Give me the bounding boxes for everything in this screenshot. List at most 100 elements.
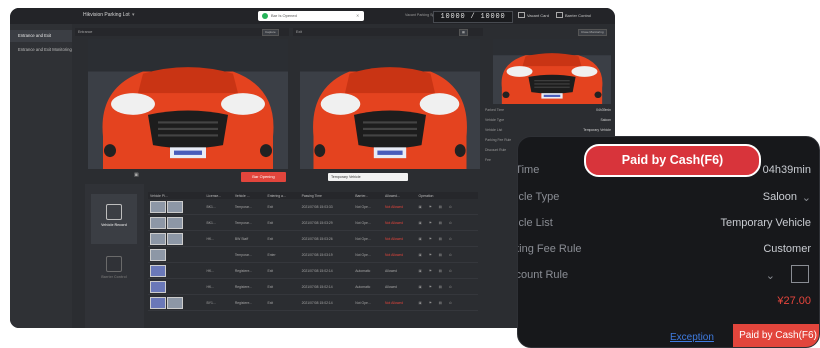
column-header[interactable]: Entering a...: [265, 192, 300, 199]
image-icon[interactable]: ▣: [134, 172, 139, 178]
chevron-down-icon[interactable]: ⌄: [802, 191, 811, 204]
discount-rule-row[interactable]: scount Rule ⌄: [518, 265, 819, 293]
capture-button[interactable]: Capture: [262, 29, 279, 36]
vehicle-thumbnail[interactable]: [166, 200, 183, 213]
table-cell: 2021/07/08 15:02:14: [299, 262, 354, 279]
close-monitoring-label: Close Monitoring: [581, 30, 604, 34]
vehicle-picture-cell: [148, 262, 205, 279]
chevron-down-icon[interactable]: ⌄: [766, 269, 775, 282]
vehicle-picture-cell: [148, 294, 205, 311]
table-row[interactable]: BY1... Registere... Exit 2021/07/08 15:02:1…: [148, 294, 478, 311]
column-header[interactable]: Vehicle Pi...: [148, 192, 205, 199]
table-cell: Not Allowed: [383, 294, 417, 311]
vacant-space-counter: 10000 / 10000: [433, 11, 513, 23]
plate-number-input[interactable]: Temporary Vehicle: [328, 173, 408, 181]
table-cell: BY1...: [204, 294, 233, 311]
info-row: Vehicle Type Saloon: [485, 118, 611, 122]
exit-panel-header: Exit: [293, 28, 483, 36]
table-cell: Not Allowed: [383, 214, 417, 231]
operation-icons[interactable]: ▣ ⚑ ▤ ⊙: [416, 246, 478, 263]
exit-camera-image: [300, 39, 480, 169]
entrance-panel-header: Entrance: [75, 28, 289, 36]
vehicle-thumbnail[interactable]: [150, 248, 166, 261]
chevron-down-icon[interactable]: ▾: [132, 12, 135, 18]
exception-link[interactable]: Exception: [670, 332, 714, 343]
document-icon: [106, 204, 122, 220]
column-header[interactable]: License...: [204, 192, 233, 199]
table-row[interactable]: BK1... Temporar... Exit 2021/07/08 15:03:29…: [148, 214, 478, 231]
barrier-icon: [106, 256, 122, 272]
table-cell: [204, 246, 233, 263]
info-value: Temporary Vehicle: [583, 128, 611, 132]
table-cell: Allowed: [383, 262, 417, 279]
operation-icons[interactable]: ▣ ⚑ ▤ ⊙: [416, 262, 478, 279]
grid-view-button[interactable]: ▦: [459, 29, 468, 36]
vehicle-picture-cell: [148, 278, 205, 295]
fee-amount: ¥27.00: [777, 295, 811, 307]
table-cell: Allowed: [383, 278, 417, 295]
table-row[interactable]: BK1... Temporar... Exit 2021/07/08 15:03:33…: [148, 199, 478, 215]
close-monitoring-button[interactable]: Close Monitoring: [578, 29, 607, 36]
bar-opening-button[interactable]: Bar Opening: [241, 172, 286, 182]
vehicle-thumbnail[interactable]: [166, 216, 183, 229]
vehicle-thumbnail[interactable]: [166, 232, 183, 245]
vacant-card-label: Vacant Card: [527, 13, 549, 18]
close-icon[interactable]: ✕: [356, 13, 359, 18]
vehicle-thumbnail[interactable]: [150, 264, 166, 277]
paid-by-cash-button[interactable]: Paid by Cash(F6): [733, 324, 819, 347]
column-header[interactable]: Allowed...: [383, 192, 417, 199]
table-cell: Registere...: [232, 278, 266, 295]
sidebar-item-monitoring[interactable]: Entrance and Exit Monitoring: [10, 44, 72, 56]
barrier-control-button[interactable]: Barrier Control: [556, 12, 591, 18]
scan-icon[interactable]: [791, 265, 809, 283]
vacant-card-button[interactable]: Vacant Card: [518, 12, 549, 18]
vehicle-thumbnail[interactable]: [166, 296, 183, 309]
table-cell: Not Allowed: [383, 246, 417, 263]
exit-label: Exit: [296, 30, 302, 34]
zoom-label: scount Rule: [518, 269, 569, 281]
table-cell: Not Ope...: [353, 246, 384, 263]
table-cell: Exit: [265, 230, 300, 247]
table-cell: HK...: [204, 262, 233, 279]
column-header[interactable]: Barrier...: [353, 192, 384, 199]
table-row[interactable]: HK... Registere... Exit 2021/07/08 15:02:14…: [148, 262, 478, 279]
operation-icons[interactable]: ▣ ⚑ ▤ ⊙: [416, 230, 478, 247]
operation-icons[interactable]: ▣ ⚑ ▤ ⊙: [416, 294, 478, 311]
car-image: [300, 39, 480, 169]
barrier-control-label: Barrier Control: [565, 13, 592, 18]
info-value[interactable]: Saloon: [600, 118, 611, 122]
zoom-value: Temporary Vehicle: [720, 217, 812, 229]
table-cell: 2021/07/08 15:03:29: [299, 214, 354, 231]
operation-icons[interactable]: ▣ ⚑ ▤ ⊙: [416, 278, 478, 295]
operation-icons[interactable]: ▣ ⚑ ▤ ⊙: [416, 199, 478, 215]
vehicle-thumbnail[interactable]: [150, 296, 166, 309]
table-cell: Not Allowed: [383, 230, 417, 247]
operation-icons[interactable]: ▣ ⚑ ▤ ⊙: [416, 214, 478, 231]
vehicle-thumbnail[interactable]: [150, 232, 166, 245]
column-header[interactable]: Vehicle ...: [232, 192, 266, 199]
column-header[interactable]: Passing Time: [299, 192, 354, 199]
column-header[interactable]: Operation: [416, 192, 478, 199]
vehicle-type-row[interactable]: hicle Type Saloon ⌄: [518, 191, 819, 215]
entrance-label: Entrance: [78, 30, 93, 34]
toast-notification: Bar Is Opened ✕: [258, 11, 364, 21]
table-row[interactable]: Temporar... Enter 2021/07/08 15:03:19 Not O…: [148, 246, 478, 263]
barrier-control-tab[interactable]: Barrier Control: [91, 246, 137, 296]
vehicle-thumbnail[interactable]: [150, 200, 166, 213]
sidebar: Entrance and Exit Entrance and Exit Moni…: [10, 24, 72, 328]
vehicle-thumbnail[interactable]: [150, 216, 166, 229]
zoom-label: hicle Type: [518, 191, 560, 203]
vehicle-record-tab[interactable]: Vehicle Record: [91, 194, 137, 244]
table-cell: 2021/07/08 15:03:19: [299, 246, 354, 263]
parking-fee-rule-row: rking Fee Rule Customer: [518, 243, 819, 267]
table-row[interactable]: HK... BW Staff Exit 2021/07/08 15:03:26 Not …: [148, 230, 478, 247]
vehicle-picture-cell: [148, 199, 205, 215]
vehicle-record-table: Vehicle Pi... License... Vehicle ... Ent…: [148, 192, 478, 311]
info-label: Discount Rule: [485, 148, 507, 152]
table-cell: Automatic: [353, 262, 384, 279]
zoom-label: l Time: [517, 164, 540, 176]
vehicle-thumbnail[interactable]: [150, 280, 166, 293]
table-row[interactable]: HK... Registere... Exit 2021/07/08 15:02:14…: [148, 278, 478, 295]
bar-opening-label: Bar Opening: [252, 174, 275, 179]
sidebar-item-entrance-exit[interactable]: Entrance and Exit: [10, 30, 72, 42]
